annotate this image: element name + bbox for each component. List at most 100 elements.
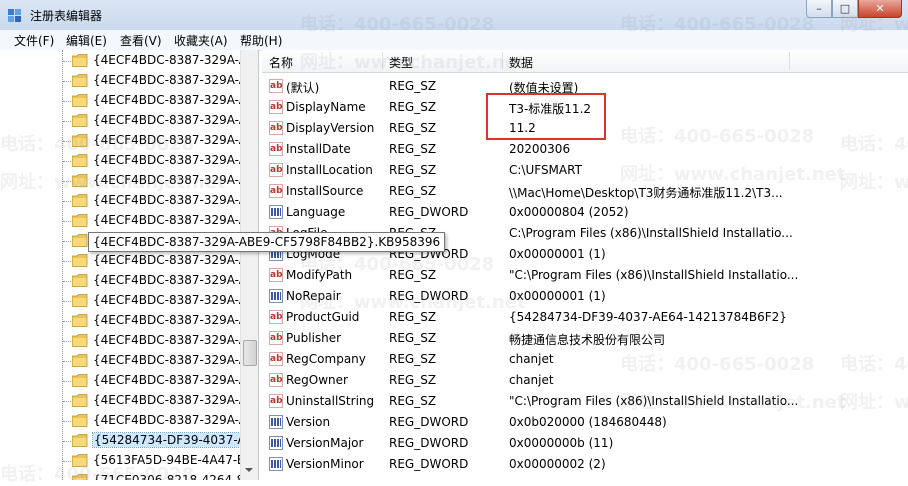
folder-icon [72,234,88,247]
column-divider[interactable] [382,52,383,70]
tree-item[interactable]: {71CE0306-8218-4264-85 [70,471,258,480]
value-row[interactable]: Version REG_DWORD 0x0b020000 (184680448) [262,412,908,433]
column-divider[interactable] [502,52,503,70]
value-name: UninstallString [286,394,375,408]
value-name: InstallLocation [286,163,373,177]
value-type: REG_SZ [389,79,437,93]
folder-icon [72,74,88,87]
value-data: 20200306 [509,142,571,156]
title-bar: 注册表编辑器 – □ ✕ [0,0,908,31]
tree-scrollbar[interactable] [240,50,258,480]
tree-item[interactable]: {4ECF4BDC-8387-329A-A [70,311,258,331]
tree-item[interactable]: {4ECF4BDC-8387-329A-A [70,191,258,211]
minimize-icon: – [816,2,822,15]
value-type: REG_SZ [389,352,437,366]
tree-item-label: {4ECF4BDC-8387-329A-A [93,93,247,107]
tree-item[interactable]: {4ECF4BDC-8387-329A-A [70,371,258,391]
folder-icon [72,214,88,227]
value-name: RegCompany [286,352,366,366]
value-data: 0x00000001 (1) [509,247,606,261]
tree-item[interactable]: {4ECF4BDC-8387-329A-A [70,91,258,111]
tree-item[interactable]: {4ECF4BDC-8387-329A-A [70,331,258,351]
folder-icon [72,314,88,327]
tree-item[interactable]: {54284734-DF39-4037-AE [70,431,258,451]
menu-edit[interactable]: 编辑(E) [66,32,107,49]
tree-item[interactable]: {4ECF4BDC-8387-329A-A [70,131,258,151]
tree-scrollbar-thumb[interactable] [243,340,257,366]
value-type: REG_DWORD [389,415,469,429]
registry-tree[interactable]: {4ECF4BDC-8387-329A-A {4ECF4BDC-8387-329A… [0,50,259,480]
folder-icon [72,474,88,480]
string-value-icon: ab [269,373,283,387]
value-row[interactable]: NoRepair REG_DWORD 0x00000001 (1) [262,286,908,307]
string-value-icon: ab [269,331,283,345]
column-data-header[interactable]: 数据 [509,54,533,71]
value-name: ModifyPath [286,268,353,282]
close-button[interactable]: ✕ [858,0,902,18]
value-row[interactable]: ab InstallSource REG_SZ \\Mac\Home\Desktop\… [262,181,908,202]
tree-connector [62,50,63,480]
tree-item-label: {4ECF4BDC-8387-329A-A [93,53,247,67]
value-data: "C:\Program Files (x86)\InstallShield In… [509,394,799,408]
tree-item-label: {54284734-DF39-4037-AE [91,432,256,448]
tree-item[interactable]: {4ECF4BDC-8387-329A-A [70,271,258,291]
value-type: REG_SZ [389,100,437,114]
tree-item-label: {4ECF4BDC-8387-329A-A [93,173,247,187]
column-type-header[interactable]: 类型 [389,54,413,71]
string-value-icon: ab [269,100,283,114]
value-row[interactable]: ab InstallDate REG_SZ 20200306 [262,139,908,160]
value-row[interactable]: ab Publisher REG_SZ 畅捷通信息技术股份有限公司 [262,328,908,349]
folder-icon [72,334,88,347]
folder-icon [72,354,88,367]
string-value-icon: ab [269,268,283,282]
column-name-header[interactable]: 名称 [269,54,293,71]
tree-item-label: {4ECF4BDC-8387-329A-A [93,193,247,207]
value-type: REG_SZ [389,331,437,345]
tree-item-label: {4ECF4BDC-8387-329A-A [93,213,247,227]
menu-help[interactable]: 帮助(H) [240,32,282,49]
value-data: {54284734-DF39-4037-AE64-14213784B6F2} [509,310,787,324]
value-row[interactable]: ab ModifyPath REG_SZ "C:\Program Files (x86… [262,265,908,286]
menu-bar: 文件(F) 编辑(E) 查看(V) 收藏夹(A) 帮助(H) [0,30,908,51]
tree-item[interactable]: {4ECF4BDC-8387-329A-A [70,351,258,371]
value-data: 畅捷通信息技术股份有限公司 [509,333,666,347]
tree-item[interactable]: {5613FA5D-94BE-4A47-B [70,451,258,471]
close-icon: ✕ [875,2,885,15]
column-divider[interactable] [789,52,790,70]
tree-item[interactable]: {4ECF4BDC-8387-329A-A [70,111,258,131]
value-type: REG_SZ [389,268,437,282]
tree-item[interactable]: {4ECF4BDC-8387-329A-A [70,391,258,411]
value-type: REG_SZ [389,310,437,324]
menu-file[interactable]: 文件(F) [14,32,54,49]
tree-item[interactable]: {4ECF4BDC-8387-329A-A [70,71,258,91]
string-value-icon: ab [269,121,283,135]
tree-item-label: {71CE0306-8218-4264-85 [93,473,252,480]
tree-item-label: {4ECF4BDC-8387-329A-A [93,413,247,427]
value-row[interactable]: ab ProductGuid REG_SZ {54284734-DF39-4037-A… [262,307,908,328]
maximize-button[interactable]: □ [832,0,858,18]
tree-item[interactable]: {4ECF4BDC-8387-329A-A [70,251,258,271]
tree-item[interactable]: {4ECF4BDC-8387-329A-A [70,411,258,431]
value-row[interactable]: VersionMajor REG_DWORD 0x0000000b (11) [262,433,908,454]
tree-item[interactable]: {4ECF4BDC-8387-329A-A [70,171,258,191]
value-row[interactable]: ab RegCompany REG_SZ chanjet [262,349,908,370]
tree-item[interactable]: {4ECF4BDC-8387-329A-A [70,151,258,171]
value-row[interactable]: ab RegOwner REG_SZ chanjet [262,370,908,391]
value-row[interactable]: VersionMinor REG_DWORD 0x00000002 (2) [262,454,908,475]
value-row[interactable]: ab InstallLocation REG_SZ C:\UFSMART [262,160,908,181]
window-controls: – □ ✕ [806,0,902,20]
scroll-down-icon[interactable] [245,468,253,472]
tree-item[interactable]: {4ECF4BDC-8387-329A-A [70,291,258,311]
value-row[interactable]: Language REG_DWORD 0x00000804 (2052) [262,202,908,223]
tree-item[interactable]: {4ECF4BDC-8387-329A-A [70,211,258,231]
folder-icon [72,94,88,107]
value-type: REG_DWORD [389,289,469,303]
tree-item[interactable]: {4ECF4BDC-8387-329A-A [70,51,258,71]
value-data: 0x0b020000 (184680448) [509,415,667,429]
value-name: VersionMinor [286,457,364,471]
value-row[interactable]: ab UninstallString REG_SZ "C:\Program Files… [262,391,908,412]
menu-favorites[interactable]: 收藏夹(A) [174,32,228,49]
menu-view[interactable]: 查看(V) [120,32,162,49]
value-type: REG_SZ [389,184,437,198]
minimize-button[interactable]: – [806,0,832,18]
